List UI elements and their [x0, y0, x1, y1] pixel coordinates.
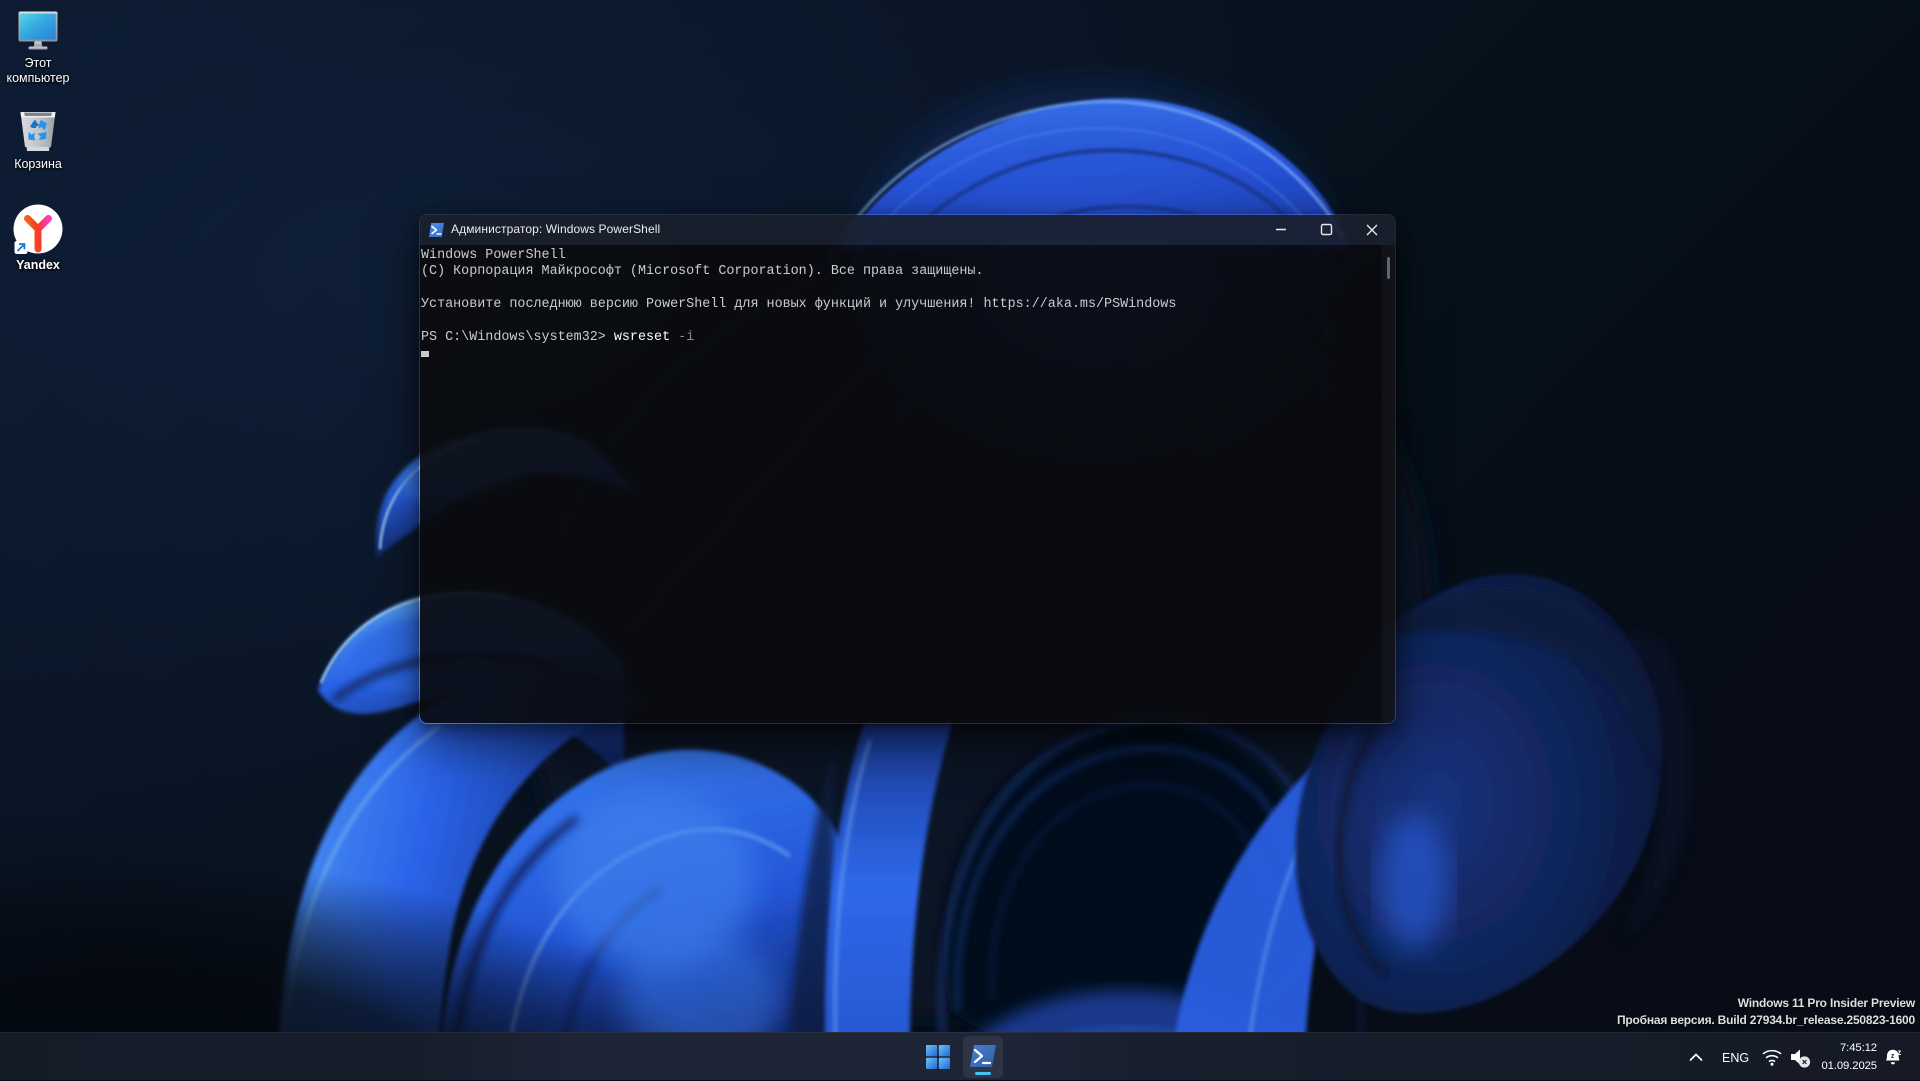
- svg-text:z: z: [1897, 1048, 1901, 1057]
- svg-text:ENG: ENG: [1722, 1051, 1749, 1065]
- svg-text:z: z: [1891, 1053, 1895, 1060]
